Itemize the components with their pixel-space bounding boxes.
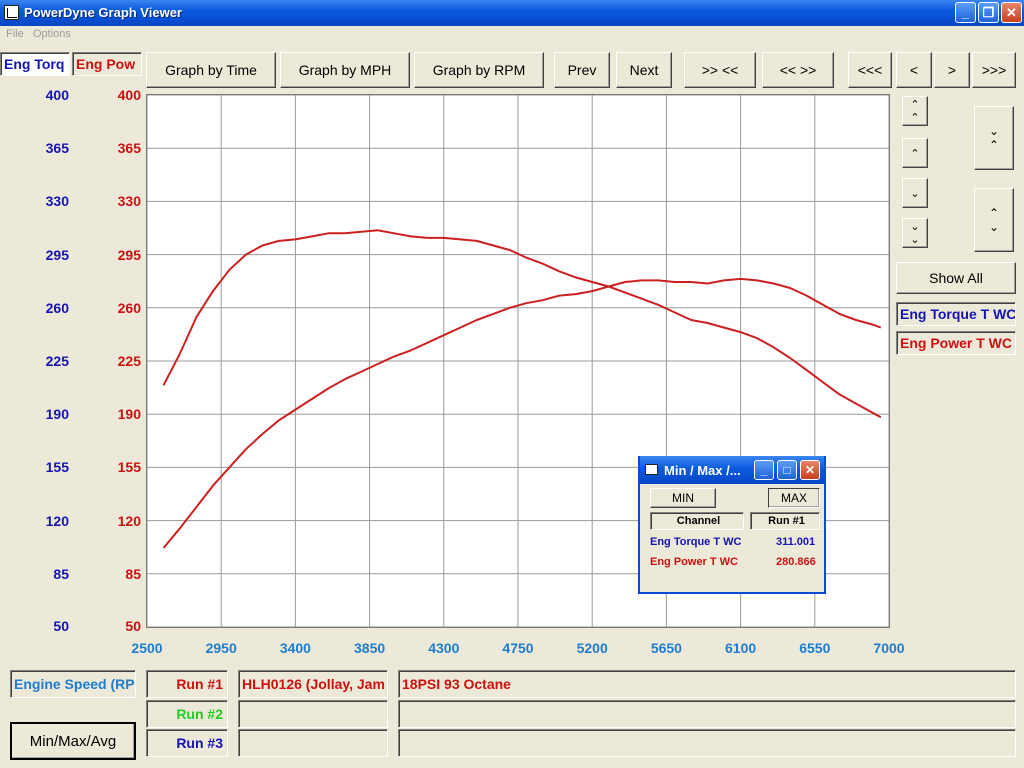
minmax-row-channel: Eng Torque T WC [650,536,742,548]
show-all-button[interactable]: Show All [896,262,1016,294]
collapse-icon: ⌄ ⌃ [988,124,1000,152]
run-2-file[interactable] [238,700,388,728]
y-tick-label-power: 50 [125,618,141,634]
dialog-restore-button[interactable]: □ [777,460,797,480]
y-tick-label-power: 260 [117,299,141,316]
legend-eng-power[interactable]: Eng Power T WC [896,331,1016,355]
y-tick-label-power: 330 [117,193,141,210]
y-tick-label-power: 225 [117,353,141,369]
double-up-icon: ⌃ ⌃ [910,99,920,124]
scroll-far-left-button[interactable]: <<< [848,52,892,88]
title-bar: PowerDyne Graph Viewer _ ❐ ✕ [0,0,1024,26]
scroll-down-fast-button[interactable]: ⌄ ⌄ [902,218,928,248]
x-tick-label: 4300 [428,640,460,656]
scroll-up-button[interactable]: ⌃ [902,138,928,168]
y-tick-label-power: 295 [117,246,141,263]
menu-bar: File Options [0,26,1024,44]
app-icon [4,5,19,20]
y-tick-label-torque: 225 [45,353,69,369]
zoom-in-button[interactable]: >> << [684,52,756,88]
y-tick-label-torque: 330 [45,193,69,210]
x-tick-label: 5200 [576,640,608,656]
y-tick-label-torque: 400 [45,87,69,103]
y-tick-label-torque: 295 [45,246,69,263]
x-tick-label: 4750 [502,640,534,656]
run-3-label[interactable]: Run #3 [146,729,228,757]
prev-button[interactable]: Prev [554,52,610,88]
zoom-out-button[interactable]: << >> [762,52,834,88]
minmax-row-value: 311.001 [776,536,816,548]
run-1-note[interactable]: 18PSI 93 Octane [398,670,1016,698]
y-tick-label-torque: 155 [45,459,69,476]
scroll-up-fast-button[interactable]: ⌃ ⌃ [902,96,928,126]
x-tick-label: 2500 [131,640,163,656]
y-tick-label-power: 190 [117,406,141,423]
y-tick-label-torque: 50 [53,618,69,634]
graph-by-rpm-button[interactable]: Graph by RPM [414,52,544,88]
y-tick-label-power: 400 [117,87,141,103]
run-2-note[interactable] [398,700,1016,728]
tab-eng-power[interactable]: Eng Pow [72,52,142,76]
channel-column-header: Channel [650,512,744,530]
legend-eng-torque[interactable]: Eng Torque T WC [896,302,1016,326]
window-title: PowerDyne Graph Viewer [24,5,182,20]
close-button[interactable]: ✕ [1001,2,1022,23]
y-tick-label-power: 85 [125,565,141,582]
min-max-title-bar: Min / Max /... _ □ ✕ [640,456,824,484]
scroll-far-right-button[interactable]: >>> [972,52,1016,88]
x-tick-label: 3850 [354,640,386,656]
graph-by-mph-button[interactable]: Graph by MPH [280,52,410,88]
x-tick-label: 6100 [725,640,757,656]
dialog-minimize-button[interactable]: _ [754,460,774,480]
menu-file[interactable]: File [6,28,24,40]
graph-by-time-button[interactable]: Graph by Time [146,52,276,88]
minmax-row-value: 280.866 [776,556,816,568]
x-tick-label: 6550 [799,640,831,656]
range-expand-button[interactable]: ⌃ ⌄ [974,188,1014,252]
dialog-close-button[interactable]: ✕ [800,460,820,480]
series-line-eng-torque [162,229,882,419]
run-2-label[interactable]: Run #2 [146,700,228,728]
run-3-file[interactable] [238,729,388,757]
x-tick-label: 5650 [650,640,682,656]
x-tick-label: 7000 [873,640,905,656]
expand-icon: ⌃ ⌄ [988,206,1000,234]
double-down-icon: ⌄ ⌄ [910,221,920,246]
scroll-left-button[interactable]: < [896,52,932,88]
y-tick-label-torque: 190 [45,406,69,423]
up-icon: ⌃ [910,147,920,160]
y-tick-label-power: 155 [117,459,141,476]
run-3-note[interactable] [398,729,1016,757]
scroll-down-button[interactable]: ⌄ [902,178,928,208]
menu-options[interactable]: Options [33,28,71,40]
tab-eng-torque[interactable]: Eng Torq [0,52,70,76]
y-tick-label-torque: 365 [45,140,69,157]
min-max-dialog: Min / Max /... _ □ ✕ MIN MAX Channel Run… [638,456,826,594]
window-icon [645,464,658,475]
minimize-button[interactable]: _ [955,2,976,23]
down-icon: ⌄ [910,187,920,200]
x-tick-label: 2950 [205,640,237,656]
min-button[interactable]: MIN [650,488,716,508]
restore-button[interactable]: ❐ [978,2,999,23]
run-1-label[interactable]: Run #1 [146,670,228,698]
next-button[interactable]: Next [616,52,672,88]
min-max-title: Min / Max /... [664,463,741,478]
y-tick-label-torque: 85 [53,565,69,582]
x-tick-label: 3400 [279,640,311,656]
y-tick-label-torque: 260 [45,299,69,316]
y-tick-label-power: 120 [117,512,141,529]
x-axis-channel-field[interactable]: Engine Speed (RPM) [10,670,136,698]
minmax-row-channel: Eng Power T WC [650,556,738,568]
run-column-header: Run #1 [750,512,820,530]
y-tick-label-power: 365 [117,140,141,157]
scroll-right-button[interactable]: > [934,52,970,88]
run-1-file[interactable]: HLH0126 (Jollay, Jam [238,670,388,698]
max-button[interactable]: MAX [768,488,820,508]
range-collapse-button[interactable]: ⌄ ⌃ [974,106,1014,170]
y-tick-label-torque: 120 [45,512,69,529]
min-max-avg-button[interactable]: Min/Max/Avg [10,722,136,760]
